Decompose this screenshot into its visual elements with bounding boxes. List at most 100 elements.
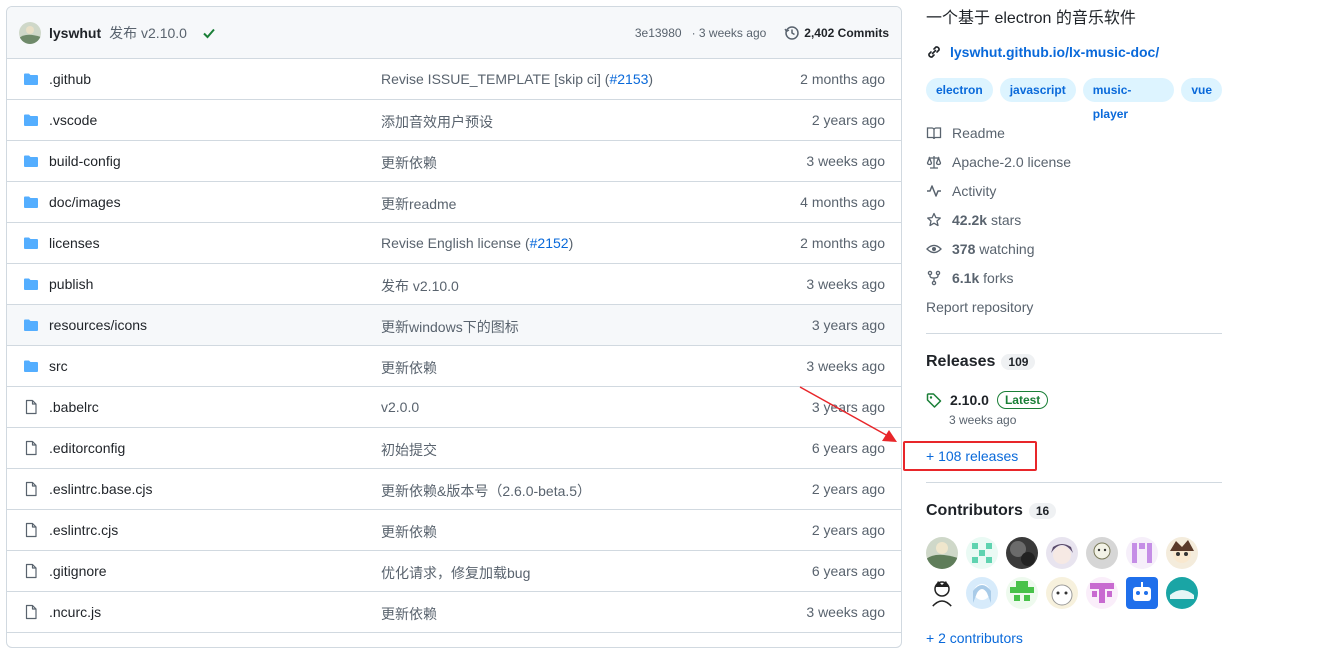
contributors-heading[interactable]: Contributors 16 (926, 502, 1057, 520)
latest-release[interactable]: 2.10.0 Latest (926, 391, 1049, 409)
topic-vue[interactable]: vue (1181, 78, 1222, 102)
file-browser: lyswhut 发布 v2.10.0 3e13980 · 3 weeks ago… (6, 6, 902, 648)
table-row[interactable]: licenses Revise English license (#2152) 2 … (7, 223, 901, 264)
commit-message[interactable]: Revise English license (#2152) (381, 235, 573, 251)
commit-hash[interactable]: 3e13980 (635, 26, 682, 40)
commit-text: v2.0.0 (381, 399, 420, 415)
avatar[interactable] (926, 577, 958, 609)
commit-message[interactable]: 更新依赖 (381, 153, 437, 173)
fork-icon (927, 270, 941, 286)
commit-message[interactable]: 添加音效用户预设 (381, 112, 493, 132)
avatar[interactable] (1006, 537, 1038, 569)
avatar[interactable] (926, 537, 958, 569)
avatar[interactable] (1126, 537, 1158, 569)
avatar[interactable] (966, 537, 998, 569)
table-row[interactable]: .eslintrc.cjs 更新依赖 2 years ago (7, 510, 901, 551)
avatar[interactable] (1046, 537, 1078, 569)
table-row[interactable]: publish 发布 v2.10.0 3 weeks ago (7, 264, 901, 305)
file-name[interactable]: .babelrc (49, 399, 99, 415)
table-row[interactable]: src 更新依赖 3 weeks ago (7, 346, 901, 387)
report-repository-link[interactable]: Report repository (926, 299, 1033, 315)
avatar[interactable] (19, 21, 41, 44)
commits-link[interactable]: 2,402 Commits (784, 25, 889, 41)
license-link[interactable]: Apache-2.0 license (926, 154, 1071, 170)
commit-date: 3 weeks ago (806, 604, 885, 620)
commit-message[interactable]: 更新依赖 (381, 522, 437, 542)
pull-request-link[interactable]: #2153 (609, 71, 648, 87)
table-row[interactable]: .editorconfig 初始提交 6 years ago (7, 428, 901, 469)
forks-count: 6.1k (952, 270, 980, 286)
commit-message[interactable]: 初始提交 (381, 440, 437, 460)
file-icon (23, 604, 39, 620)
commit-date: 2 years ago (811, 522, 885, 538)
table-row[interactable]: doc/images 更新readme 4 months ago (7, 182, 901, 223)
file-name[interactable]: publish (49, 276, 93, 292)
file-name[interactable]: src (49, 358, 68, 374)
topic-electron[interactable]: electron (926, 78, 993, 102)
commit-date: 2 years ago (811, 112, 885, 128)
avatar[interactable] (1086, 577, 1118, 609)
table-row[interactable]: resources/icons 更新windows下的图标 3 years ago (7, 305, 901, 346)
file-name[interactable]: .ncurc.js (49, 604, 101, 620)
file-name[interactable]: .eslintrc.cjs (49, 522, 118, 538)
topic-music-player[interactable]: music-player (1082, 78, 1175, 121)
topic-javascript[interactable]: javascript (999, 78, 1076, 102)
avatar[interactable] (1086, 537, 1118, 569)
contributors-title: Contributors (926, 502, 1023, 519)
releases-heading[interactable]: Releases 109 (926, 353, 1036, 371)
file-name[interactable]: .vscode (49, 112, 97, 128)
file-icon (23, 440, 39, 456)
more-contributors-link[interactable]: + 2 contributors (926, 630, 1023, 646)
commit-text: 更新依赖&版本号（2.6.0-beta.5） (381, 483, 592, 499)
avatar[interactable] (1166, 577, 1198, 609)
table-row[interactable]: build-config 更新依赖 3 weeks ago (7, 141, 901, 182)
commit-message[interactable]: Revise ISSUE_TEMPLATE [skip ci] (#2153) (381, 71, 653, 87)
law-icon (926, 156, 942, 169)
file-name[interactable]: resources/icons (49, 317, 147, 333)
commit-author[interactable]: lyswhut (49, 25, 101, 41)
commit-message[interactable]: 发布 v2.10.0 (109, 23, 187, 43)
file-name[interactable]: doc/images (49, 194, 121, 210)
releases-title: Releases (926, 353, 996, 370)
commit-message[interactable]: v2.0.0 (381, 399, 419, 415)
table-row[interactable]: .eslintrc.base.cjs 更新依赖&版本号（2.6.0-beta.5）… (7, 469, 901, 510)
avatar[interactable] (966, 577, 998, 609)
commit-date: 4 months ago (800, 194, 885, 210)
readme-link[interactable]: Readme (926, 125, 1005, 141)
file-name[interactable]: .eslintrc.base.cjs (49, 481, 152, 497)
forks-link[interactable]: 6.1k forks (926, 270, 1013, 286)
avatar[interactable] (1126, 577, 1158, 609)
watching-link[interactable]: 378 watching (926, 241, 1035, 257)
file-name[interactable]: .github (49, 71, 91, 87)
commit-message[interactable]: 更新依赖&版本号（2.6.0-beta.5） (381, 481, 591, 501)
commit-message[interactable]: 优化请求，修复加载bug (381, 563, 530, 583)
pull-request-link[interactable]: #2152 (530, 235, 569, 251)
file-name[interactable]: .editorconfig (49, 440, 125, 456)
avatar[interactable] (1046, 577, 1078, 609)
commit-message[interactable]: 更新依赖 (381, 358, 437, 378)
activity-link[interactable]: Activity (926, 183, 996, 199)
latest-commit-bar: lyswhut 发布 v2.10.0 3e13980 · 3 weeks ago… (7, 7, 901, 59)
commit-message[interactable]: 更新依赖 (381, 604, 437, 624)
avatar[interactable] (1166, 537, 1198, 569)
folder-icon (23, 358, 39, 374)
folder-icon (23, 71, 39, 87)
file-name[interactable]: build-config (49, 153, 121, 169)
homepage-url: lyswhut.github.io/lx-music-doc/ (950, 44, 1160, 60)
table-row[interactable]: .babelrc v2.0.0 3 years ago (7, 387, 901, 428)
file-name[interactable]: licenses (49, 235, 100, 251)
commit-message[interactable]: 更新readme (381, 194, 456, 214)
commit-message[interactable]: 发布 v2.10.0 (381, 276, 459, 296)
table-row[interactable]: .gitignore 优化请求，修复加载bug 6 years ago (7, 551, 901, 592)
repo-description: 一个基于 electron 的音乐软件 (926, 10, 1136, 27)
file-icon (23, 481, 39, 497)
table-row[interactable]: .vscode 添加音效用户预设 2 years ago (7, 100, 901, 141)
homepage-link[interactable]: lyswhut.github.io/lx-music-doc/ (926, 44, 1159, 60)
table-row[interactable]: .github Revise ISSUE_TEMPLATE [skip ci] (… (7, 59, 901, 100)
table-row[interactable]: .ncurc.js 更新依赖 3 weeks ago (7, 592, 901, 633)
stars-link[interactable]: 42.2k stars (926, 212, 1021, 228)
file-name[interactable]: .gitignore (49, 563, 107, 579)
commit-message[interactable]: 更新windows下的图标 (381, 317, 519, 337)
check-icon[interactable] (201, 25, 217, 41)
avatar[interactable] (1006, 577, 1038, 609)
